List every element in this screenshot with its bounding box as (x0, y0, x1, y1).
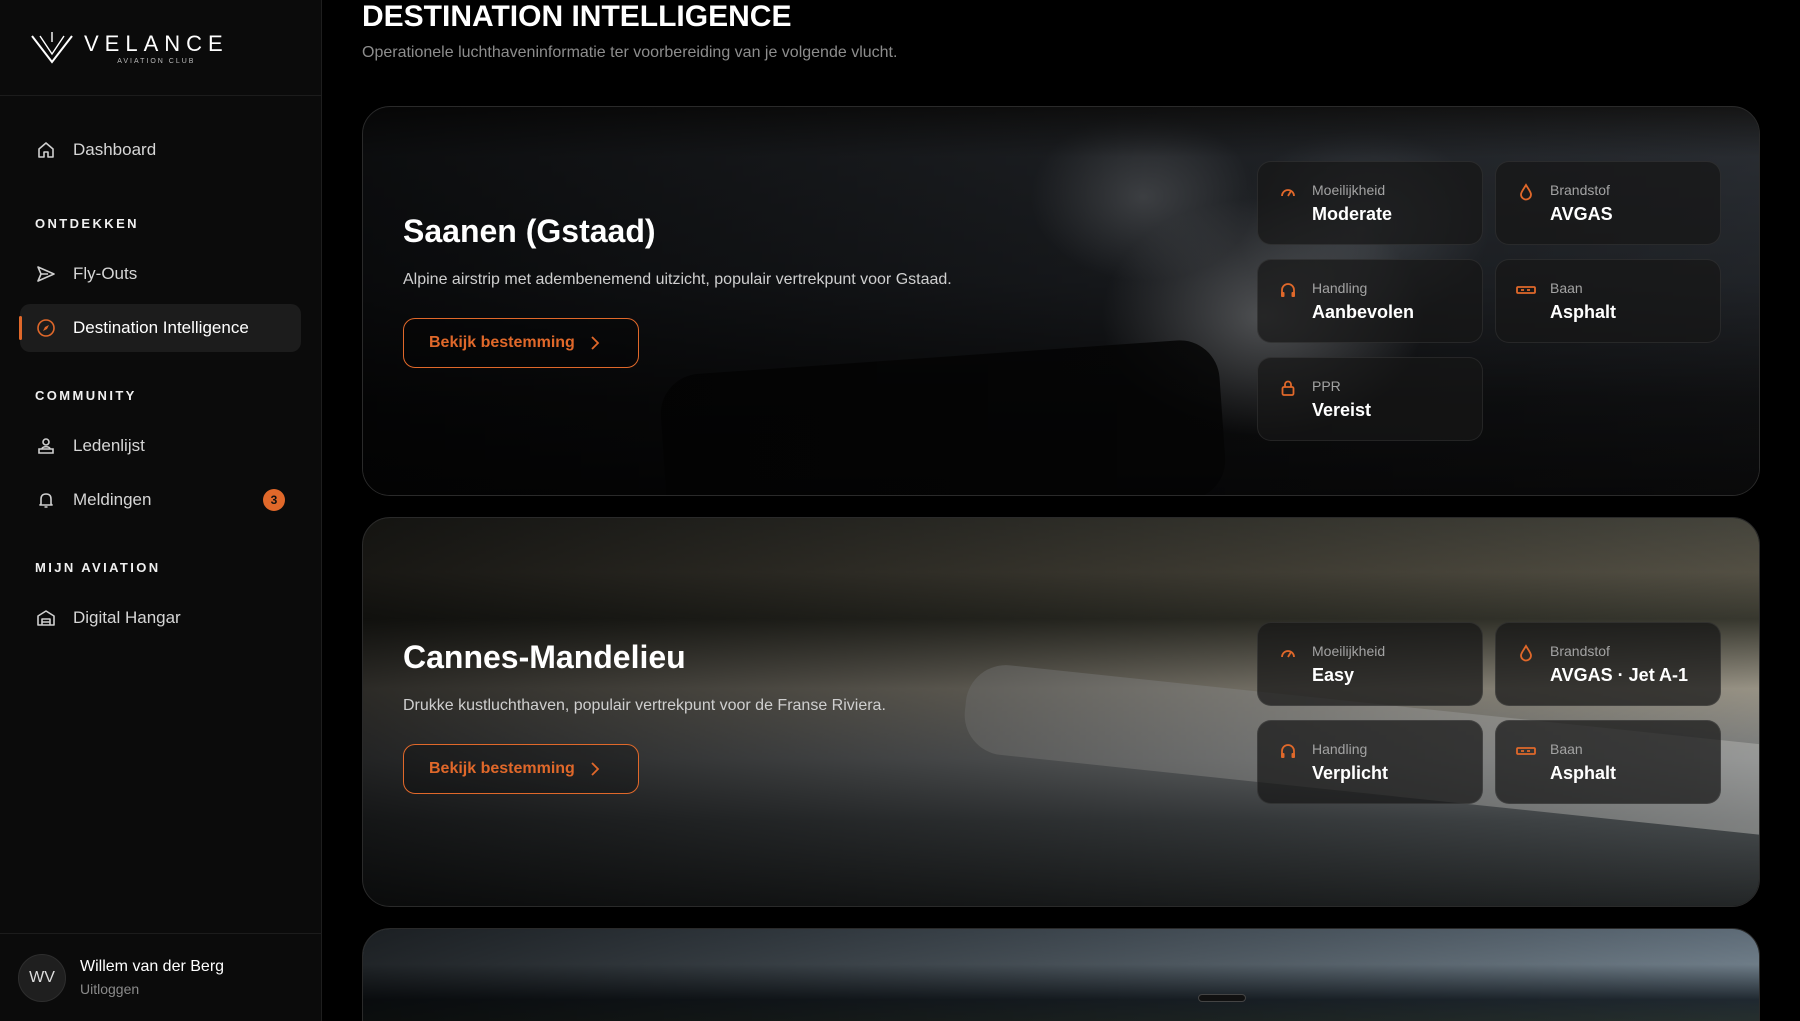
lock-icon (1278, 378, 1298, 398)
runway-icon (1516, 280, 1536, 300)
sidebar-item-notifications[interactable]: Meldingen 3 (20, 476, 301, 524)
sidebar-item-flyouts[interactable]: Fly-Outs (20, 250, 301, 298)
stat-value: AVGAS · Jet A-1 (1550, 665, 1689, 685)
logout-link[interactable]: Uitloggen (80, 981, 224, 997)
stat-value: Aanbevolen (1312, 302, 1415, 322)
sidebar-item-label: Destination Intelligence (73, 318, 249, 337)
section-label-community: COMMUNITY (35, 388, 137, 403)
page-subtitle: Operationele luchthaveninformatie ter vo… (362, 44, 898, 61)
home-icon (35, 139, 57, 161)
members-icon (35, 435, 57, 457)
stat-label: Baan (1550, 280, 1583, 296)
stat-value: AVGAS (1550, 204, 1613, 224)
stat-difficulty: Moeilijkheid Easy (1257, 622, 1483, 706)
headset-icon (1278, 280, 1298, 300)
destination-name: Cannes-Mandelieu (403, 639, 686, 675)
headset-icon (1278, 741, 1298, 761)
sidebar-item-label: Digital Hangar (73, 608, 181, 627)
compass-icon (35, 317, 57, 339)
section-label-my-aviation: MIJN AVIATION (35, 560, 161, 575)
button-label: Bekijk bestemming (429, 760, 575, 777)
destination-name: Saanen (Gstaad) (403, 213, 656, 249)
stat-label: Brandstof (1550, 643, 1610, 659)
view-destination-button[interactable]: Bekijk bestemming (403, 744, 639, 794)
stat-fuel: Brandstof AVGAS (1495, 161, 1721, 245)
sidebar-item-label: Fly-Outs (73, 264, 138, 283)
sidebar: VELANCE AVIATION CLUB Dashboard ONTDEKKE… (0, 0, 322, 1021)
send-icon (35, 263, 57, 285)
destination-card[interactable] (362, 928, 1760, 1021)
user-name: Willem van der Berg (80, 958, 225, 975)
stat-difficulty: Moeilijkheid Moderate (1257, 161, 1483, 245)
sidebar-item-destination-intelligence[interactable]: Destination Intelligence (19, 304, 301, 352)
main-content: DESTINATION INTELLIGENCE Operationele lu… (322, 0, 1800, 1021)
chevron-right-icon (589, 336, 601, 350)
sidebar-item-dashboard[interactable]: Dashboard (20, 126, 301, 174)
hangar-icon (35, 607, 57, 629)
stat-label: Moeilijkheid (1312, 182, 1386, 198)
stat-value: Asphalt (1550, 302, 1617, 322)
stat-label: Brandstof (1550, 182, 1610, 198)
bell-icon (35, 489, 57, 511)
stat-value: Moderate (1312, 204, 1393, 224)
destination-card[interactable]: Saanen (Gstaad) Alpine airstrip met adem… (362, 106, 1760, 496)
sidebar-item-digital-hangar[interactable]: Digital Hangar (20, 594, 301, 642)
stat-label: Baan (1550, 741, 1583, 757)
page-title: DESTINATION INTELLIGENCE (362, 0, 792, 33)
destination-description: Alpine airstrip met adembenemend uitzich… (403, 271, 952, 288)
sidebar-item-members[interactable]: Ledenlijst (20, 422, 301, 470)
stat-handling: Handling Aanbevolen (1257, 259, 1483, 343)
stat-runway: Baan Asphalt (1495, 259, 1721, 343)
stat-label: Moeilijkheid (1312, 643, 1386, 659)
destination-stats: Moeilijkheid Moderate Brandstof AVGAS Hand… (1257, 161, 1721, 441)
user-profile[interactable]: WV Willem van der Berg Uitloggen (0, 933, 322, 1021)
avatar: WV (18, 953, 66, 1002)
notification-count-badge: 3 (263, 489, 285, 511)
runway-icon (1516, 741, 1536, 761)
sidebar-item-label: Meldingen (73, 490, 152, 509)
button-label: Bekijk bestemming (429, 334, 575, 351)
stat-ppr: PPR Vereist (1257, 357, 1483, 441)
stat-fuel: Brandstof AVGAS · Jet A-1 (1495, 622, 1721, 706)
fuel-drop-icon (1516, 643, 1536, 663)
fuel-drop-icon (1516, 182, 1536, 202)
view-destination-button[interactable]: Bekijk bestemming (403, 318, 639, 368)
brand-logo[interactable]: VELANCE AVIATION CLUB (0, 0, 321, 96)
gauge-icon (1278, 182, 1298, 202)
stat-handling: Handling Verplicht (1257, 720, 1483, 804)
stat-value: Vereist (1312, 400, 1372, 420)
brand-tagline: AVIATION CLUB (117, 57, 196, 65)
stat-value: Verplicht (1312, 763, 1389, 783)
brand-name: VELANCE (84, 30, 229, 56)
destination-card[interactable]: Cannes-Mandelieu Drukke kustluchthaven, … (362, 517, 1760, 907)
stat-label: Handling (1312, 741, 1368, 757)
stat-value: Asphalt (1550, 763, 1617, 783)
destination-description: Drukke kustluchthaven, populair vertrekp… (403, 697, 886, 714)
stat-label: PPR (1312, 378, 1341, 394)
sidebar-item-label: Ledenlijst (73, 436, 145, 455)
stat-value: Easy (1312, 665, 1355, 685)
destination-stats: Moeilijkheid Easy Brandstof AVGAS · Jet A-… (1257, 622, 1721, 804)
stat-label: Handling (1312, 280, 1368, 296)
gauge-icon (1278, 643, 1298, 663)
sidebar-item-label: Dashboard (73, 140, 157, 159)
section-label-discover: ONTDEKKEN (35, 216, 139, 231)
chevron-right-icon (589, 762, 601, 776)
scroll-indicator[interactable] (1198, 994, 1246, 1002)
stat-runway: Baan Asphalt (1495, 720, 1721, 804)
logo-wings-icon (31, 31, 73, 64)
